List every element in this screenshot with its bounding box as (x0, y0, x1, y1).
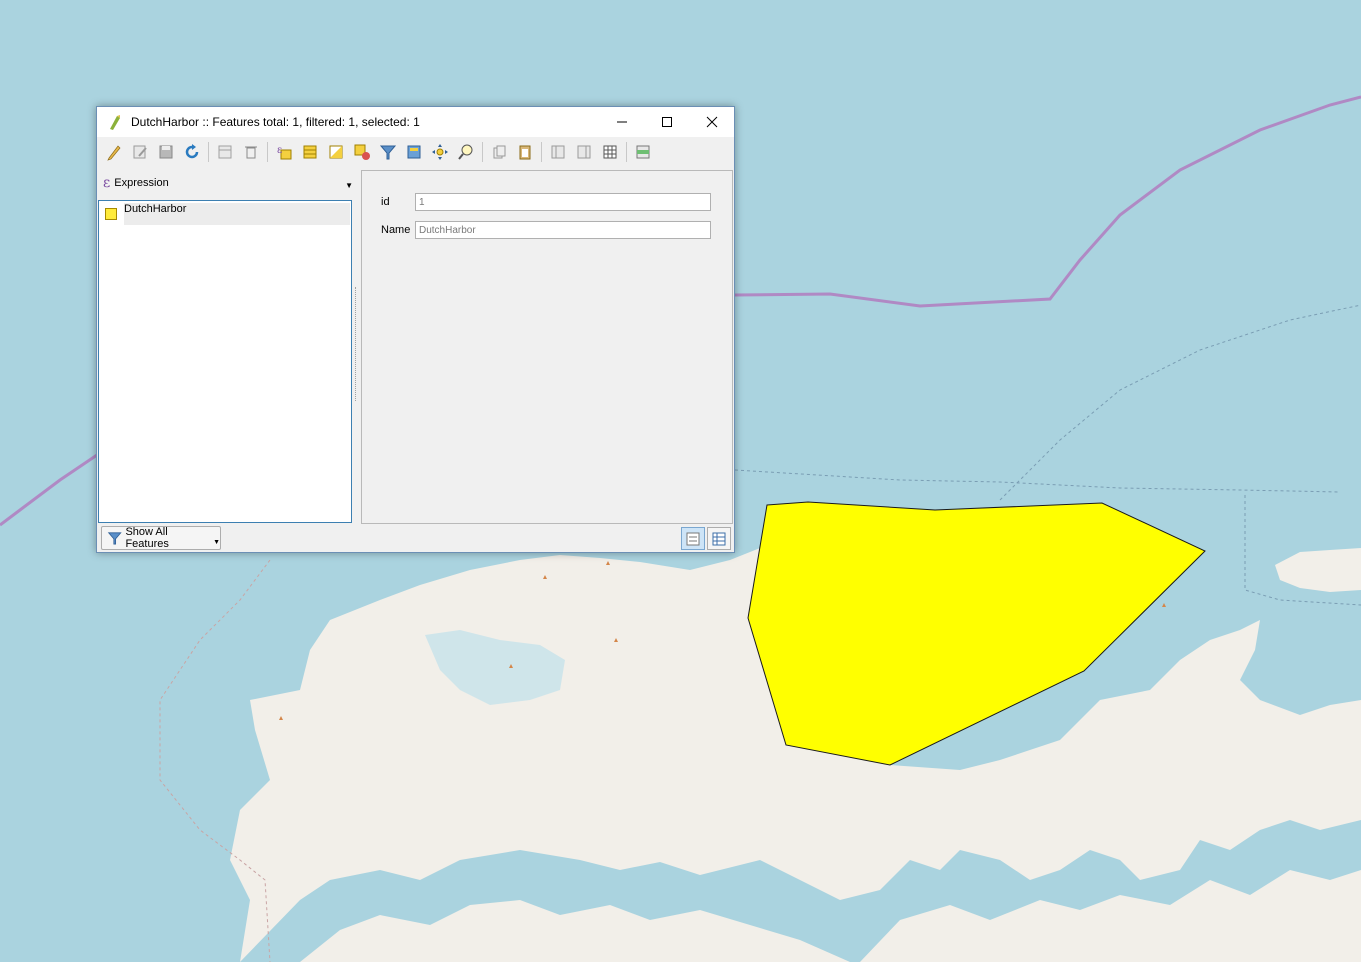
select-all-icon (303, 145, 317, 159)
delete-icon (245, 146, 257, 159)
save-icon (159, 145, 173, 159)
close-button[interactable] (689, 107, 734, 137)
delete-feature-button[interactable] (241, 142, 261, 162)
toolbar-separator (626, 142, 627, 162)
form-view-button[interactable] (681, 527, 705, 550)
deselect-icon (354, 144, 370, 160)
select-by-expression-button[interactable]: ε (274, 142, 294, 162)
save-edits-button[interactable] (156, 142, 176, 162)
field-calculator-button[interactable] (600, 142, 620, 162)
filter-icon (379, 145, 397, 160)
pencil-icon (107, 145, 121, 161)
add-feature-icon (218, 145, 232, 159)
multi-edit-icon (133, 145, 147, 159)
name-field[interactable]: DutchHarbor (415, 221, 711, 239)
copy-icon (493, 145, 506, 159)
feature-form: id 1 Name DutchHarbor (361, 170, 733, 524)
qgis-app-icon (110, 115, 120, 130)
maximize-icon (661, 117, 672, 127)
conditional-formatting-button[interactable] (633, 142, 653, 162)
new-field-icon (551, 145, 565, 159)
expression-icon: ε (103, 175, 111, 191)
zoom-to-selected-icon (458, 144, 473, 160)
form-view-icon (686, 532, 700, 545)
deselect-all-button[interactable] (352, 142, 372, 162)
select-expression-icon: ε (277, 145, 292, 160)
expression-dropdown[interactable]: ε Expression ▼ (103, 171, 353, 195)
toolbar: ε (101, 138, 656, 166)
toolbar-separator (482, 142, 483, 162)
show-all-features-button[interactable]: Show All Features ▼ (101, 526, 221, 550)
expression-label: Expression (114, 177, 169, 189)
pan-to-selected-icon (432, 144, 448, 160)
invert-selection-button[interactable] (326, 142, 346, 162)
chevron-down-icon: ▼ (213, 538, 220, 546)
feature-list[interactable]: DutchHarbor (98, 200, 352, 523)
title-bar[interactable]: DutchHarbor :: Features total: 1, filter… (97, 107, 734, 137)
move-selection-top-button[interactable] (404, 142, 424, 162)
copy-button[interactable] (489, 142, 509, 162)
id-field[interactable]: 1 (415, 193, 711, 211)
filter-button[interactable] (378, 142, 398, 162)
minimize-icon (616, 121, 627, 123)
svg-text:ε: ε (277, 145, 282, 156)
pan-to-selected-button[interactable] (430, 142, 450, 162)
select-all-button[interactable] (300, 142, 320, 162)
close-icon (706, 116, 717, 128)
add-feature-button[interactable] (215, 142, 235, 162)
toolbar-separator (541, 142, 542, 162)
multi-edit-button[interactable] (130, 142, 150, 162)
invert-selection-icon (329, 145, 343, 159)
filter-icon (107, 532, 122, 545)
toolbar-separator (267, 142, 268, 162)
show-all-features-label: Show All Features (125, 526, 169, 550)
panel-splitter[interactable] (355, 287, 358, 401)
toolbar-separator (208, 142, 209, 162)
chevron-down-icon: ▼ (345, 181, 353, 190)
minimize-button[interactable] (599, 107, 644, 137)
table-view-icon (712, 532, 726, 545)
list-item[interactable]: DutchHarbor (124, 203, 350, 225)
table-view-button[interactable] (707, 527, 731, 550)
move-selected-top-icon (407, 145, 421, 159)
paste-icon (519, 145, 531, 160)
field-label-id: id (381, 196, 390, 208)
attribute-table-window[interactable]: DutchHarbor :: Features total: 1, filter… (96, 106, 735, 553)
maximize-button[interactable] (644, 107, 689, 137)
zoom-to-selected-button[interactable] (456, 142, 476, 162)
feature-color-swatch (105, 208, 117, 220)
delete-field-button[interactable] (574, 142, 594, 162)
window-title: DutchHarbor :: Features total: 1, filter… (131, 115, 420, 129)
field-label-name: Name (381, 224, 411, 236)
field-calculator-icon (603, 145, 617, 159)
reload-button[interactable] (182, 142, 202, 162)
delete-field-icon (577, 145, 591, 159)
paste-button[interactable] (515, 142, 535, 162)
toggle-edit-button[interactable] (104, 142, 124, 162)
conditional-formatting-icon (636, 145, 650, 159)
new-field-button[interactable] (548, 142, 568, 162)
refresh-icon (185, 144, 199, 159)
